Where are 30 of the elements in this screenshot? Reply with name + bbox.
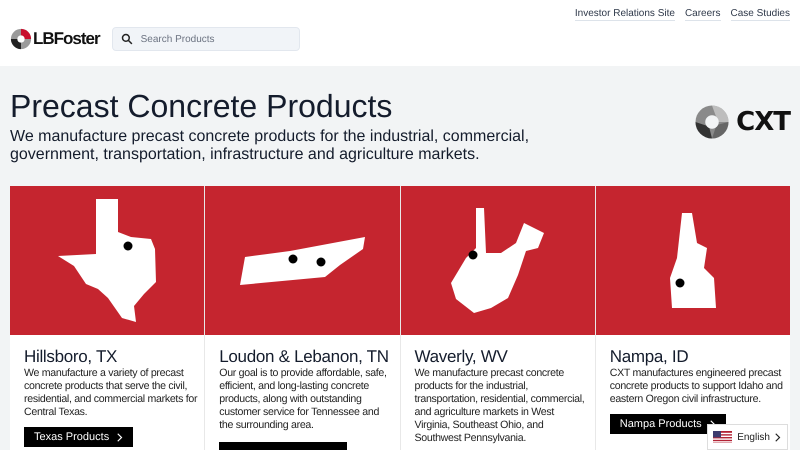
language-menu[interactable]: English xyxy=(707,424,788,450)
search-field[interactable]: Search Products xyxy=(112,27,300,51)
location-description: Our goal is to provide affordable, safe, efficient, and long-lasting concrete products, along with outstanding customer service for Tennessee and the surrounding area. xyxy=(219,367,388,432)
logo-text[interactable]: LBFoster xyxy=(33,29,100,49)
state-map-icon xyxy=(670,213,716,308)
brand-aperture-icon xyxy=(694,104,730,140)
location-title: Hillsboro, TX xyxy=(24,347,118,367)
location-description: We manufacture precast concrete products for the industrial, transportation, residential, commercial, and agriculture markets in West Virginia, Southeast Ohio, and Southwest Pennsylvania. xyxy=(414,367,586,445)
page-subtitle: We manufacture precast concrete products for the industrial, commercial, government, transportation, infrastructure and agriculture markets. xyxy=(10,128,530,164)
page-title: Precast Concrete Products xyxy=(10,88,394,124)
location-title: Waverly, WV xyxy=(414,347,509,367)
location-description: CXT manufactures engineered precast concrete products to support Idaho and eastern Oregon civil infrastructure. xyxy=(610,367,784,406)
state-map-icon xyxy=(58,199,156,322)
location-title: Nampa, ID xyxy=(610,347,690,367)
state-map-icon xyxy=(451,208,544,313)
products-button[interactable]: Texas Products xyxy=(24,427,134,447)
location-description: We manufacture a variety of precast concrete products that serve the civil, residential, and commercial markets for Central Texas. xyxy=(24,367,198,419)
brand-logo-text: CXT xyxy=(736,107,790,137)
header-link[interactable]: Case Studies xyxy=(730,8,790,21)
header-link[interactable]: Investor Relations Site xyxy=(574,8,675,21)
chevron-icon xyxy=(775,432,781,442)
search-input[interactable]: Search Products xyxy=(138,32,283,46)
flag-icon xyxy=(713,431,732,443)
products-button[interactable]: Nampa Products xyxy=(610,414,726,434)
location-title: Loudon & Lebanon, TN xyxy=(219,347,390,367)
logo-swirl-icon xyxy=(10,28,32,50)
chevron-icon xyxy=(117,432,124,442)
search-icon xyxy=(120,33,133,45)
state-map-icon xyxy=(240,236,365,284)
header-link[interactable]: Careers xyxy=(684,8,721,21)
